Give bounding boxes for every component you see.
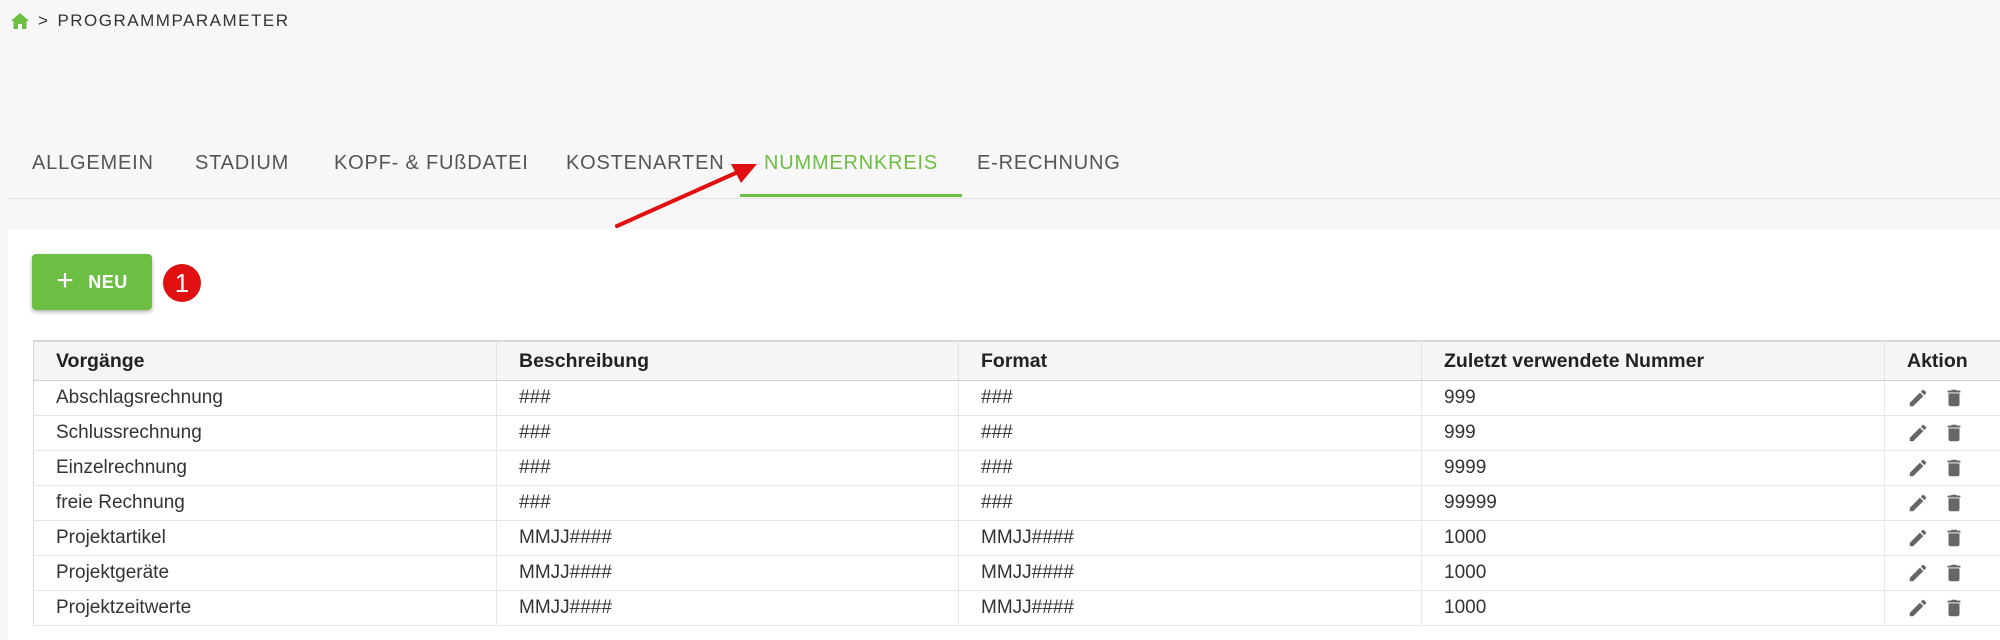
row-actions (1885, 381, 2000, 416)
table-cell: 999 (1422, 416, 1885, 451)
row-actions (1885, 416, 2000, 451)
table-cell: Einzelrechnung (34, 451, 497, 486)
table-cell: MMJJ#### (497, 521, 959, 556)
annotation-badge: 1 (163, 264, 201, 302)
trash-icon[interactable] (1943, 527, 1965, 549)
trash-icon[interactable] (1943, 457, 1965, 479)
tab-allgemein[interactable]: ALLGEMEIN (32, 140, 154, 197)
table-cell: 9999 (1422, 451, 1885, 486)
table-cell: 999 (1422, 381, 1885, 416)
pencil-icon[interactable] (1907, 457, 1929, 479)
table-row: ProjektzeitwerteMMJJ####MMJJ####1000 (34, 591, 2000, 626)
header-vorgaenge[interactable]: Vorgänge (34, 341, 497, 381)
header-beschreibung[interactable]: Beschreibung (497, 341, 959, 381)
row-actions (1885, 521, 2000, 556)
table-row: freie Rechnung######99999 (34, 486, 2000, 521)
tab-kostenarten[interactable]: KOSTENARTEN (566, 140, 724, 197)
table-cell: ### (497, 416, 959, 451)
table-cell: 1000 (1422, 556, 1885, 591)
pencil-icon[interactable] (1907, 422, 1929, 444)
trash-icon[interactable] (1943, 422, 1965, 444)
new-button[interactable]: + NEU (32, 254, 152, 310)
table-row: Einzelrechnung######9999 (34, 451, 2000, 486)
table-cell: 1000 (1422, 521, 1885, 556)
table-cell: ### (959, 451, 1422, 486)
table-cell: Projektgeräte (34, 556, 497, 591)
table-cell: MMJJ#### (497, 556, 959, 591)
tab-nummernkreis[interactable]: NUMMERNKREIS (764, 140, 938, 197)
table-row: Schlussrechnung######999 (34, 416, 2000, 451)
table-cell: Projektartikel (34, 521, 497, 556)
table-row: ProjektartikelMMJJ####MMJJ####1000 (34, 521, 2000, 556)
breadcrumb-separator: > (38, 11, 49, 31)
trash-icon[interactable] (1943, 492, 1965, 514)
pencil-icon[interactable] (1907, 527, 1929, 549)
row-actions (1885, 451, 2000, 486)
trash-icon[interactable] (1943, 597, 1965, 619)
table-cell: ### (497, 451, 959, 486)
table-cell: MMJJ#### (959, 556, 1422, 591)
header-format[interactable]: Format (959, 341, 1422, 381)
tab-bar: ALLGEMEIN STADIUM KOPF- & FUßDATEI KOSTE… (8, 140, 2000, 199)
tab-stadium[interactable]: STADIUM (195, 140, 289, 197)
header-aktion: Aktion (1885, 341, 2000, 381)
table-cell: Schlussrechnung (34, 416, 497, 451)
pencil-icon[interactable] (1907, 492, 1929, 514)
pencil-icon[interactable] (1907, 387, 1929, 409)
trash-icon[interactable] (1943, 562, 1965, 584)
pencil-icon[interactable] (1907, 562, 1929, 584)
table-cell: MMJJ#### (497, 591, 959, 626)
table-cell: ### (497, 381, 959, 416)
trash-icon[interactable] (1943, 387, 1965, 409)
table-cell: 99999 (1422, 486, 1885, 521)
table-cell: 1000 (1422, 591, 1885, 626)
tab-kopf-fussdatei[interactable]: KOPF- & FUßDATEI (334, 140, 529, 197)
row-actions (1885, 486, 2000, 521)
breadcrumb: > PROGRAMMPARAMETER (10, 8, 289, 34)
header-zuletzt-verwendete-nummer[interactable]: Zuletzt verwendete Nummer (1422, 341, 1885, 381)
table-cell: ### (959, 381, 1422, 416)
table-cell: ### (959, 486, 1422, 521)
table-cell: freie Rechnung (34, 486, 497, 521)
table-cell: Abschlagsrechnung (34, 381, 497, 416)
home-icon[interactable] (10, 12, 30, 30)
row-actions (1885, 556, 2000, 591)
pencil-icon[interactable] (1907, 597, 1929, 619)
table-cell: ### (497, 486, 959, 521)
table-cell: MMJJ#### (959, 591, 1422, 626)
plus-icon: + (56, 266, 74, 296)
row-actions (1885, 591, 2000, 626)
breadcrumb-current: PROGRAMMPARAMETER (57, 11, 289, 31)
tab-e-rechnung[interactable]: E-RECHNUNG (977, 140, 1121, 197)
new-button-label: NEU (88, 272, 128, 293)
table-cell: MMJJ#### (959, 521, 1422, 556)
table-cell: ### (959, 416, 1422, 451)
content-panel: + NEU 1 Vorgänge Beschreibung Format Zul… (8, 230, 2000, 640)
table-cell: Projektzeitwerte (34, 591, 497, 626)
number-ranges-table: Vorgänge Beschreibung Format Zuletzt ver… (33, 340, 2000, 626)
table-row: Abschlagsrechnung######999 (34, 381, 2000, 416)
table-row: ProjektgeräteMMJJ####MMJJ####1000 (34, 556, 2000, 591)
